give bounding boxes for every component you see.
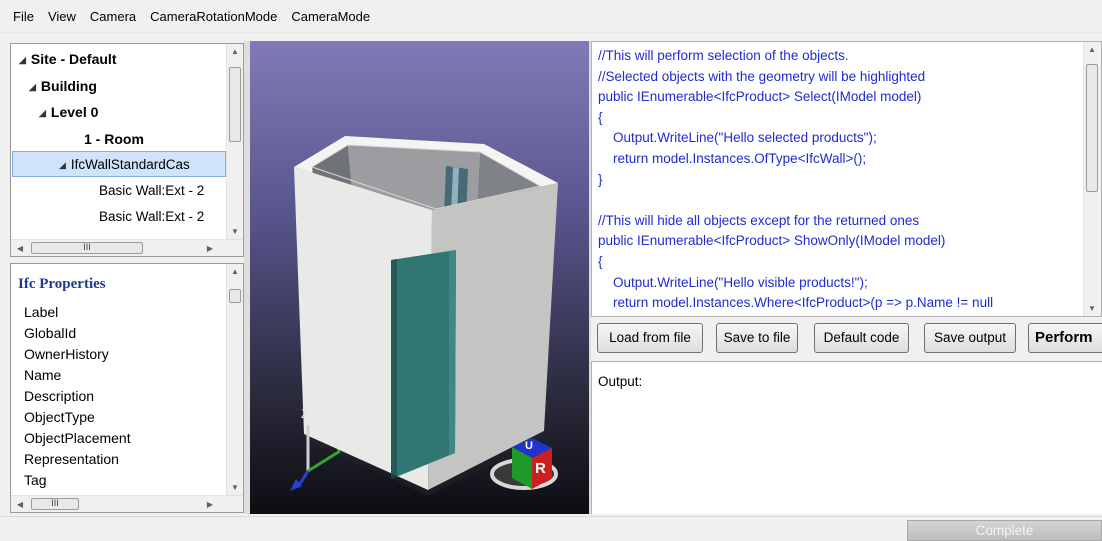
scroll-thumb[interactable]: III [31, 498, 79, 510]
code-line: Output.WriteLine("Hello visible products… [598, 274, 868, 290]
code-line: return model.Instances.OfType<IfcWall>()… [598, 151, 867, 166]
code-line: public IEnumerable<IfcProduct> Select(IM… [598, 89, 922, 105]
code-editor[interactable]: //This will perform selection of the obj… [591, 41, 1102, 317]
scroll-right-arrow-icon[interactable]: ▶ [203, 496, 217, 512]
default-code-button[interactable]: Default code [814, 323, 909, 353]
property-label[interactable]: GlobalId [24, 323, 76, 344]
code-vertical-scrollbar[interactable]: ▲ ▼ [1083, 42, 1101, 316]
scroll-up-arrow-icon[interactable]: ▲ [227, 47, 243, 56]
properties-vertical-scrollbar[interactable]: ▲ ▼ [226, 264, 243, 495]
expand-triangle-icon[interactable]: ◢ [19, 55, 26, 65]
ifc-properties-panel: Ifc Properties Label GlobalId OwnerHisto… [10, 263, 244, 513]
properties-horizontal-scrollbar[interactable]: ◀ III ▶ [11, 495, 243, 512]
menu-bar: File View Camera CameraRotationMode Came… [0, 0, 1102, 33]
save-output-button[interactable]: Save output [924, 323, 1016, 353]
progress-label: Complete [975, 523, 1034, 538]
menu-view[interactable]: View [41, 0, 83, 33]
property-label[interactable]: Representation [24, 449, 119, 470]
property-label[interactable]: Tag [24, 470, 47, 491]
tree-item-level[interactable]: ◢ Level 0 [39, 99, 98, 125]
menu-camera-rotation-mode[interactable]: CameraRotationMode [143, 0, 284, 33]
model-render [290, 136, 558, 496]
tree-horizontal-scrollbar[interactable]: ◀ III ▶ [11, 239, 243, 256]
model-tree[interactable]: ◢ Site - Default ◢ Building ◢ Level 0 1 - R… [10, 43, 244, 257]
tree-item-room[interactable]: 1 - Room [84, 126, 144, 152]
code-line: //This will hide all objects except for … [598, 212, 920, 228]
output-panel[interactable]: Output: [591, 361, 1102, 514]
scroll-right-arrow-icon[interactable]: ▶ [203, 240, 217, 256]
expand-triangle-icon[interactable]: ◢ [59, 160, 66, 170]
scroll-thumb[interactable] [229, 289, 241, 303]
tree-item-wall-standard-case[interactable]: ◢ IfcWallStandardCas [12, 151, 226, 177]
progress-bar: Complete [907, 520, 1102, 541]
scroll-left-arrow-icon[interactable]: ◀ [13, 240, 27, 256]
z-axis-label: Z [301, 407, 309, 421]
code-line: //This will perform selection of the obj… [598, 48, 849, 63]
properties-title: Ifc Properties [18, 276, 106, 292]
tree-item-site[interactable]: ◢ Site - Default [19, 46, 117, 72]
menu-file[interactable]: File [6, 0, 41, 33]
scroll-thumb[interactable]: III [31, 242, 143, 254]
menu-camera-mode[interactable]: CameraMode [284, 0, 377, 33]
property-label[interactable]: OwnerHistory [24, 344, 109, 365]
tree-item-basic-wall[interactable]: Basic Wall:Ext - 2 [99, 204, 204, 230]
scroll-down-arrow-icon[interactable]: ▼ [227, 483, 243, 492]
property-label[interactable]: Description [24, 386, 94, 407]
scroll-up-arrow-icon[interactable]: ▲ [227, 267, 243, 276]
scroll-thumb[interactable] [229, 67, 241, 142]
scroll-up-arrow-icon[interactable]: ▲ [1084, 45, 1100, 54]
tree-vertical-scrollbar[interactable]: ▲ ▼ [226, 44, 243, 239]
scroll-left-arrow-icon[interactable]: ◀ [13, 496, 27, 512]
view-cube-top-label[interactable]: U [525, 440, 533, 452]
code-line: //Selected objects with the geometry wil… [598, 68, 926, 84]
tree-item-building[interactable]: ◢ Building [29, 73, 97, 99]
y-axis-label: Y [334, 439, 343, 453]
code-line: return model.Instances.Where<IfcProduct>… [598, 295, 994, 311]
perform-button[interactable]: Perform [1028, 323, 1102, 353]
status-bar: Complete [0, 516, 1102, 541]
code-line: } [598, 171, 603, 187]
script-toolbar: Load from file Save to file Default code… [591, 318, 1102, 358]
expand-triangle-icon[interactable]: ◢ [29, 82, 36, 92]
expand-triangle-icon[interactable]: ◢ [39, 108, 46, 118]
code-line: { [598, 109, 603, 125]
code-line: Output.WriteLine("Hello selected product… [598, 130, 877, 146]
output-label: Output: [598, 374, 643, 389]
save-to-file-button[interactable]: Save to file [716, 323, 798, 353]
menu-camera[interactable]: Camera [83, 0, 143, 33]
property-label[interactable]: Name [24, 365, 61, 386]
3d-viewport[interactable]: Z Y U R [250, 41, 589, 514]
tree-item-basic-wall[interactable]: Basic Wall:Ext - 2 [99, 178, 204, 204]
load-from-file-button[interactable]: Load from file [597, 323, 703, 353]
property-label[interactable]: Label [24, 302, 58, 323]
property-label[interactable]: ObjectType [24, 407, 95, 428]
scroll-thumb[interactable] [1086, 64, 1098, 192]
scroll-down-arrow-icon[interactable]: ▼ [227, 227, 243, 236]
property-label[interactable]: ObjectPlacement [24, 428, 131, 449]
code-line: public IEnumerable<IfcProduct> ShowOnly(… [598, 233, 946, 249]
code-line: { [598, 254, 603, 269]
scroll-down-arrow-icon[interactable]: ▼ [1084, 304, 1100, 313]
view-cube-right-label[interactable]: R [535, 460, 546, 477]
